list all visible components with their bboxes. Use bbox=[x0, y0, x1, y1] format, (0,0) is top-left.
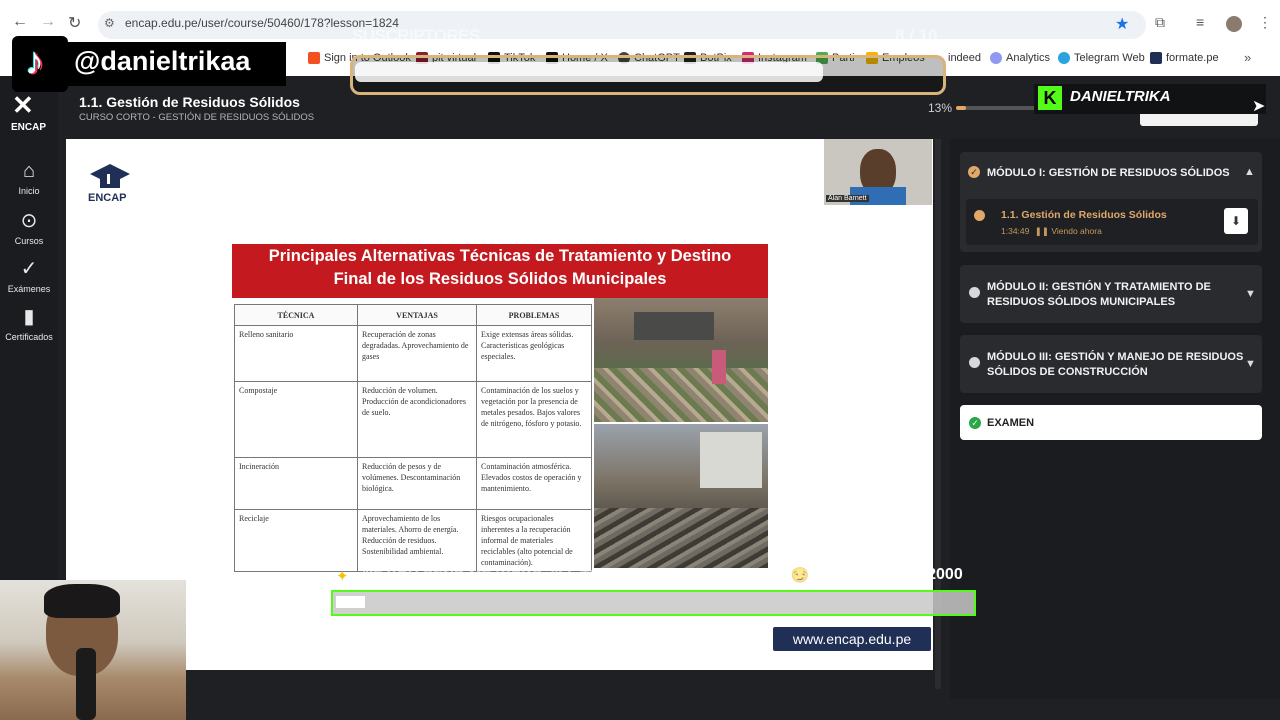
lesson-meta: 1:34:49 ❚❚ Viendo ahora bbox=[1001, 226, 1102, 237]
table-cell: Reciclaje bbox=[234, 509, 358, 572]
module-3-title-line-2: SÓLIDOS DE CONSTRUCCIÓN bbox=[987, 366, 1148, 378]
tiktok-logo-icon: ♪ ♪ ♪ bbox=[12, 36, 68, 92]
bookmark-analytics[interactable]: Analytics bbox=[990, 52, 1050, 64]
module-2-status-dot bbox=[969, 287, 980, 298]
table-cell: Exige extensas áreas sólidas. Caracterís… bbox=[476, 325, 592, 382]
module-2-title-line-2: RESIDUOS SÓLIDOS MUNICIPALES bbox=[987, 296, 1176, 308]
table-cell: Aprovechamiento de los materiales. Ahorr… bbox=[357, 509, 477, 572]
check-icon: ✓ bbox=[20, 258, 38, 280]
bookmark-indeed[interactable]: indeed bbox=[948, 52, 981, 64]
sidebar-item-inicio[interactable]: ⌂ Inicio bbox=[0, 160, 58, 196]
chevron-down-icon[interactable]: ▼ bbox=[1245, 358, 1256, 370]
kick-channel-name: DANIELTRIKA bbox=[1070, 88, 1171, 105]
module-3-status-dot bbox=[969, 357, 980, 368]
progress-percent: 13% bbox=[928, 101, 953, 115]
slide-title-line-2: Final de los Residuos Sólidos Municipale… bbox=[333, 270, 667, 288]
subscriber-goal-count: 8 / 10 bbox=[895, 26, 938, 45]
table-cell: Riesgos ocupacionales inherentes a la re… bbox=[476, 509, 592, 572]
cursor-icon: ➤ bbox=[1252, 98, 1266, 115]
module-2[interactable] bbox=[960, 265, 1262, 323]
kick-goal-count: 91 / 2000 bbox=[896, 566, 963, 583]
table-cell: Compostaje bbox=[234, 381, 358, 458]
lesson-duration: 1:34:49 bbox=[1001, 226, 1030, 236]
home-icon: ⌂ bbox=[22, 160, 36, 182]
table-cell: Contaminación atmosférica. Elevados cost… bbox=[476, 457, 592, 510]
module-3-title-line-1: MÓDULO III: GESTIÓN Y MANEJO DE RESIDUOS bbox=[987, 351, 1244, 363]
download-button[interactable]: ⬇ bbox=[1224, 208, 1248, 234]
slide-site-url: www.encap.edu.pe bbox=[773, 627, 931, 651]
module-3[interactable] bbox=[960, 335, 1262, 393]
sidebar-brand: ENCAP bbox=[11, 122, 47, 133]
kick-goal-text: "IF YOU SEND ME KICKS, I'LL THINK ABOUT … bbox=[362, 567, 817, 584]
slide-table: TÉCNICA VENTAJAS PROBLEMAS Relleno sanit… bbox=[234, 304, 592, 572]
subscriber-goal-label: SUSCRIPTORES bbox=[352, 26, 480, 45]
page-title: 1.1. Gestión de Residuos Sólidos bbox=[79, 94, 300, 110]
table-header: VENTAJAS bbox=[357, 304, 477, 326]
download-icon: ⬇ bbox=[1230, 214, 1242, 228]
sparkle-icon: ✦ bbox=[336, 568, 349, 585]
encap-logo-icon[interactable]: ✕ bbox=[12, 90, 34, 121]
table-cell: Relleno sanitario bbox=[234, 325, 358, 382]
lesson-item[interactable] bbox=[966, 199, 1258, 245]
table-cell: Reducción de volumen. Producción de acon… bbox=[357, 381, 477, 458]
truck-shape bbox=[700, 432, 762, 488]
table-cell: Contaminación de los suelos y vegetación… bbox=[476, 381, 592, 458]
profile-avatar[interactable] bbox=[1226, 16, 1242, 32]
pause-icon: ❚❚ bbox=[1034, 226, 1049, 236]
streamer-hair bbox=[44, 584, 120, 618]
sidebar-item-cursos[interactable]: ⊙ Cursos bbox=[0, 208, 58, 246]
sidebar-item-certificados[interactable]: ▮ Certificados bbox=[0, 304, 58, 342]
bookmark-telegram[interactable]: Telegram Web bbox=[1058, 52, 1145, 64]
module-1-check-icon: ✓ bbox=[968, 166, 980, 178]
progress-fill bbox=[956, 106, 966, 110]
course-subtitle: CURSO CORTO - GESTIÓN DE RESIDUOS SÓLIDO… bbox=[79, 112, 315, 123]
bookmark-formate[interactable]: formate.pe bbox=[1150, 52, 1219, 64]
table-row: Incineración Reducción de pesos y de vol… bbox=[234, 457, 592, 510]
extensions-icon[interactable]: ⧉ bbox=[1155, 14, 1165, 31]
site-info-icon[interactable]: ⚙ bbox=[104, 16, 115, 30]
table-header: TÉCNICA bbox=[234, 304, 358, 326]
table-row: Compostaje Reducción de volumen. Producc… bbox=[234, 381, 592, 458]
landfill-photo bbox=[594, 298, 768, 422]
kick-goal-bar bbox=[331, 590, 976, 616]
play-circle-icon: ⊙ bbox=[20, 210, 38, 232]
table-cell: Recuperación de zonas degradadas. Aprove… bbox=[357, 325, 477, 382]
instructor-name: Alan Barnett bbox=[826, 195, 869, 202]
reload-icon[interactable]: ↻ bbox=[68, 13, 81, 33]
sidebar-item-examenes[interactable]: ✓ Exámenes bbox=[0, 256, 58, 294]
lesson-status-dot bbox=[974, 210, 985, 221]
kick-goal-fill bbox=[336, 596, 365, 608]
lesson-title[interactable]: 1.1. Gestión de Residuos Sólidos bbox=[1001, 209, 1167, 221]
more-bookmarks-icon[interactable]: » bbox=[1244, 50, 1251, 65]
bookmark-star-icon[interactable]: ★ bbox=[1115, 14, 1129, 34]
bookmark-icon: ▮ bbox=[23, 306, 35, 328]
module-1-title[interactable]: MÓDULO I: GESTIÓN DE RESIDUOS SÓLIDOS bbox=[987, 166, 1230, 180]
lesson-status: Viendo ahora bbox=[1051, 226, 1102, 236]
kick-logo-icon: K bbox=[1038, 86, 1062, 110]
microphone-icon bbox=[76, 648, 96, 720]
chevron-up-icon[interactable]: ▲ bbox=[1244, 166, 1255, 178]
table-row: Relleno sanitario Recuperación de zonas … bbox=[234, 325, 592, 382]
slide-title-line-1: Principales Alternativas Técnicas de Tra… bbox=[268, 247, 732, 265]
back-icon[interactable]: ← bbox=[12, 13, 28, 31]
exam-check-icon: ✓ bbox=[969, 417, 981, 429]
table-header: PROBLEMAS bbox=[476, 304, 592, 326]
table-cell: Incineración bbox=[234, 457, 358, 510]
chevron-down-icon[interactable]: ▼ bbox=[1245, 288, 1256, 300]
table-cell: Reducción de pesos y de volúmenes. Desco… bbox=[357, 457, 477, 510]
module-2-title-line-1: MÓDULO II: GESTIÓN Y TRATAMIENTO DE bbox=[987, 281, 1211, 293]
exam-label: EXAMEN bbox=[987, 417, 1035, 429]
slide-logo-text: ENCAP bbox=[88, 192, 127, 204]
menu-icon[interactable]: ⋮ bbox=[1258, 14, 1272, 31]
progress-track bbox=[956, 106, 1036, 110]
media-icon[interactable]: ≡ bbox=[1196, 14, 1204, 30]
tiktok-handle: @danieltrikaa bbox=[74, 46, 251, 76]
table-row: Reciclaje Aprovechamiento de los materia… bbox=[234, 509, 592, 572]
subscriber-goal-fill bbox=[355, 62, 823, 82]
forward-icon[interactable]: → bbox=[40, 13, 56, 31]
